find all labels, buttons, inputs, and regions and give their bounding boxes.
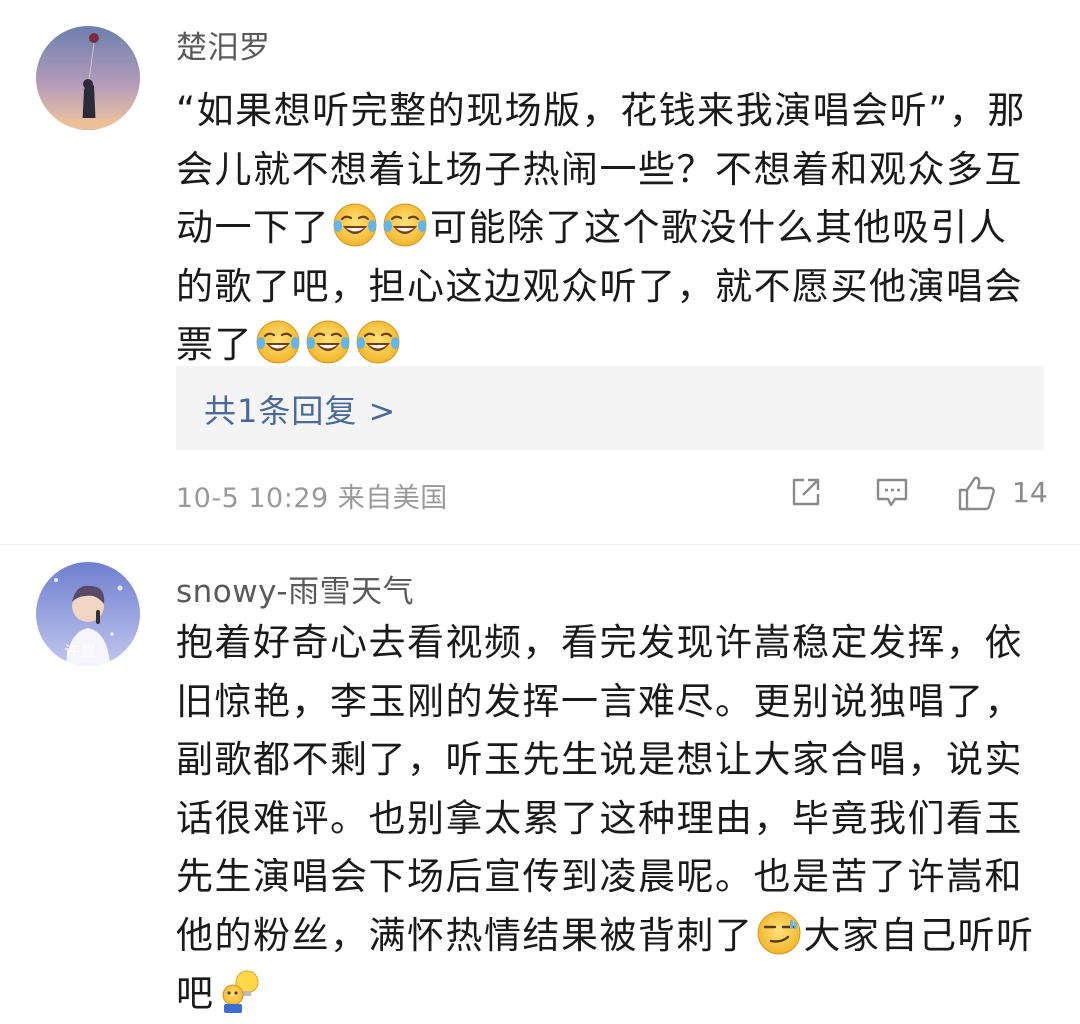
comment-line-text: 他的粉丝，满怀热情结果被背刺了 — [176, 913, 754, 957]
username[interactable]: snowy-雨雪天气 — [176, 566, 414, 611]
comment-divider — [0, 544, 1080, 545]
laughing-crying-emoji-icon — [255, 319, 301, 365]
comment-line: “如果想听完整的现场版，花钱来我演唱会听”，那 — [176, 89, 1026, 132]
comment-line: 会儿就不想着让场子热闹一些？不想着和观众多互 — [176, 147, 1023, 191]
comment-line: 抱着好奇心去看视频，看完发现许嵩稳定发挥，依 — [176, 621, 1023, 664]
comment-line: 的歌了吧，担心这边观众听了，就不愿买他演唱会 — [176, 264, 1023, 308]
comment-text: 抱着好奇心去看视频，看完发现许嵩稳定发挥，依 旧惊艳，李玉刚的发挥一言难尽。更别… — [176, 614, 1056, 1024]
comment-line: 话很难评。也别拿太累了这种理由，毕竟我们看玉 — [176, 796, 1023, 840]
comment-line: 先生演唱会下场后宣传到凌晨呢。也是苦了许嵩和 — [176, 855, 1023, 898]
avatar-silhouette-sunset-icon — [36, 26, 140, 130]
lightbulb-idea-emoji-icon — [217, 968, 263, 1014]
comment-text: “如果想听完整的现场版，花钱来我演唱会听”，那 会儿就不想着让场子热闹一些？不想… — [176, 82, 1056, 375]
avatar[interactable] — [36, 26, 140, 130]
comment-line-text: 大家自己听听 — [803, 913, 1035, 957]
username[interactable]: 楚汨罗 — [176, 22, 271, 67]
laughing-crying-emoji-icon — [305, 319, 351, 365]
smirk-emoji-icon — [756, 910, 802, 956]
comment-line: 他的粉丝，满怀热情结果被背刺了 大家自己听听 — [176, 907, 1056, 966]
avatar[interactable]: 许嵩 — [36, 562, 140, 666]
comment-timestamp: 10-5 10:29 来自美国 — [176, 476, 448, 515]
comment-line-text: 吧 — [176, 972, 215, 1015]
timestamp: 10-5 10:29 — [176, 483, 329, 514]
comment-line-text: 票了 — [176, 323, 253, 366]
comment-line: 旧惊艳，李玉刚的发挥一言难尽。更别说独唱了， — [176, 679, 1023, 723]
like-count: 14 — [1012, 476, 1048, 509]
comment-line: 吧 — [176, 965, 1056, 1024]
comment-line-text: 动一下了 — [176, 206, 330, 249]
avatar-caption: 许嵩 — [64, 642, 99, 660]
comment-line: 动一下了 可能除了这个歌没什么其他吸引人 — [176, 199, 1056, 258]
share-icon[interactable] — [788, 474, 824, 510]
thumbs-up-icon[interactable] — [956, 474, 998, 512]
laughing-crying-emoji-icon — [355, 319, 401, 365]
laughing-crying-emoji-icon — [382, 202, 428, 248]
location: 来自美国 — [337, 483, 448, 514]
comment-meta: 10-5 10:29 来自美国 14 — [176, 474, 1056, 514]
comment-line-text: 可能除了这个歌没什么其他吸引人 — [430, 206, 1008, 249]
reply-summary-box[interactable]: 共1条回复 > — [176, 366, 1044, 450]
comment-icon[interactable] — [874, 474, 910, 510]
view-replies-link[interactable]: 共1条回复 > — [204, 386, 396, 432]
laughing-crying-emoji-icon — [332, 202, 378, 248]
comment-line: 副歌都不剩了，听玉先生说是想让大家合唱，说实 — [176, 738, 1023, 781]
